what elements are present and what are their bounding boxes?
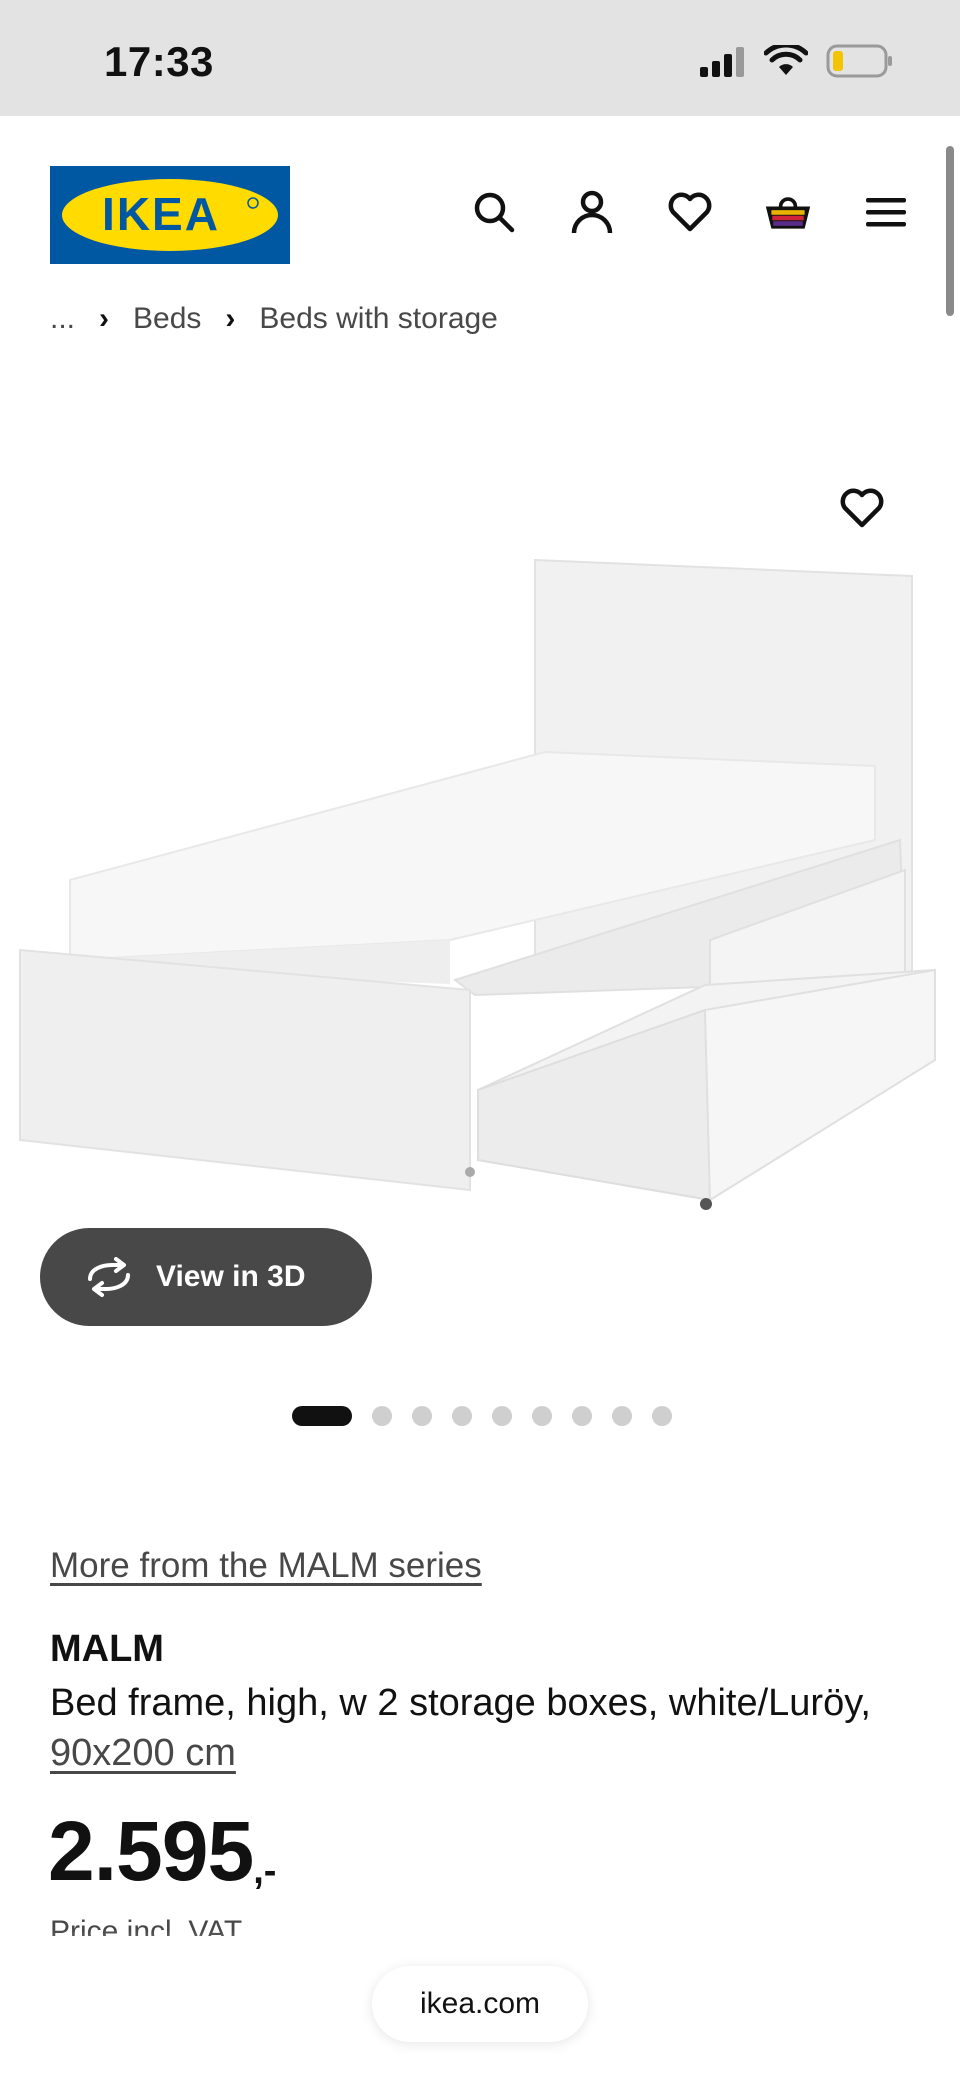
carousel-dots xyxy=(292,1406,672,1426)
menu-button[interactable] xyxy=(862,188,910,236)
product-description-text: Bed frame, high, w 2 storage boxes, whit… xyxy=(50,1682,871,1724)
carousel-dot[interactable] xyxy=(532,1406,552,1426)
carousel-dot[interactable] xyxy=(292,1406,352,1426)
favourites-button[interactable] xyxy=(666,188,714,236)
signal-icon xyxy=(700,47,744,77)
breadcrumb: ... › Beds › Beds with storage xyxy=(50,302,498,336)
carousel-dot[interactable] xyxy=(452,1406,472,1426)
bed-illustration xyxy=(19,558,936,1210)
carousel-dot[interactable] xyxy=(572,1406,592,1426)
status-icons xyxy=(698,44,894,78)
rotate-3d-icon xyxy=(88,1257,130,1297)
series-link[interactable]: More from the MALM series xyxy=(50,1546,482,1586)
search-button[interactable] xyxy=(470,188,518,236)
header-actions xyxy=(470,188,910,236)
wifi-icon xyxy=(764,45,808,75)
search-icon xyxy=(474,192,515,233)
carousel-dot[interactable] xyxy=(612,1406,632,1426)
heart-icon xyxy=(840,488,884,528)
logo-mark: IKEA xyxy=(62,179,278,251)
carousel-dot[interactable] xyxy=(492,1406,512,1426)
url-bar[interactable]: ikea.com xyxy=(372,1966,588,2042)
add-to-favourites-button[interactable] xyxy=(834,480,890,536)
carousel-dot[interactable] xyxy=(372,1406,392,1426)
url-text: ikea.com xyxy=(419,1987,541,2020)
breadcrumb-separator: › xyxy=(225,302,236,335)
product-price: 2.595 ,- xyxy=(48,1806,276,1896)
ikea-logo[interactable]: IKEA xyxy=(50,166,290,264)
page: 17:33 IKEA ... › Beds › Beds with storag… xyxy=(0,0,960,2078)
view-in-3d-label: View in 3D xyxy=(156,1260,306,1293)
breadcrumb-item-beds[interactable]: Beds xyxy=(133,302,201,336)
breadcrumb-separator: › xyxy=(99,302,110,335)
price-suffix: ,- xyxy=(253,1850,277,1892)
user-icon xyxy=(571,190,613,234)
logo-text: IKEA xyxy=(102,188,220,240)
size-link[interactable]: 90x200 cm xyxy=(50,1732,236,1774)
cart-icon xyxy=(765,197,811,229)
carousel-dot[interactable] xyxy=(412,1406,432,1426)
cart-button[interactable] xyxy=(764,188,812,236)
scrollbar-thumb[interactable] xyxy=(946,146,954,316)
price-amount: 2.595 xyxy=(48,1804,254,1898)
breadcrumb-ellipsis[interactable]: ... xyxy=(50,302,75,336)
heart-icon xyxy=(668,192,712,232)
view-in-3d-button[interactable]: View in 3D xyxy=(40,1228,372,1326)
battery-icon xyxy=(826,44,892,78)
product-image[interactable] xyxy=(0,540,960,1240)
carousel-dot[interactable] xyxy=(652,1406,672,1426)
site-header: IKEA xyxy=(0,116,960,306)
product-description: Bed frame, high, w 2 storage boxes, whit… xyxy=(50,1678,910,1778)
status-time: 17:33 xyxy=(104,38,214,85)
status-bar: 17:33 xyxy=(0,0,960,116)
breadcrumb-item-beds-with-storage[interactable]: Beds with storage xyxy=(259,302,497,336)
product-name: MALM xyxy=(50,1628,164,1670)
account-button[interactable] xyxy=(568,188,616,236)
menu-icon xyxy=(866,198,906,227)
